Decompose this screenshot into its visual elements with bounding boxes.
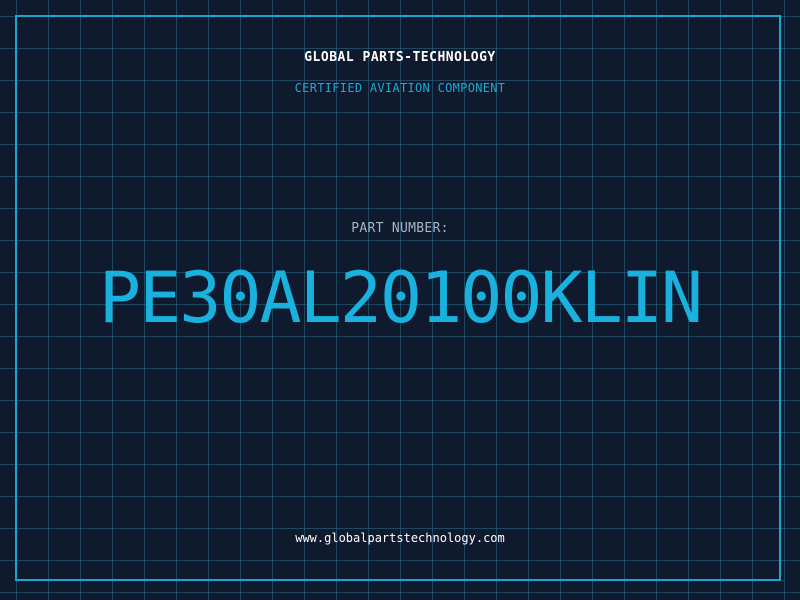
part-number-value: PE30AL20100KLIN	[98, 257, 703, 339]
part-label-card: GLOBAL PARTS-TECHNOLOGY CERTIFIED AVIATI…	[0, 0, 800, 600]
website-url: www.globalpartstechnology.com	[295, 531, 505, 545]
certification-tagline: CERTIFIED AVIATION COMPONENT	[294, 81, 506, 95]
company-name: GLOBAL PARTS-TECHNOLOGY	[304, 50, 496, 65]
part-number-label: PART NUMBER:	[351, 221, 449, 236]
